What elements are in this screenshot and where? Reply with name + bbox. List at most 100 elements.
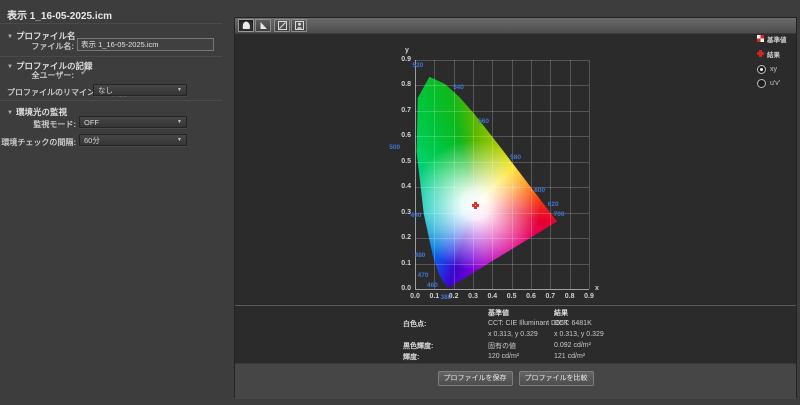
grid-line-x — [569, 60, 571, 289]
x-tick-label: 0.7 — [545, 293, 556, 300]
grid-line-x — [550, 60, 552, 289]
x-tick-label: 0.9 — [584, 293, 594, 300]
result-panel: 0.0 0.1 0.2 0.3 0.4 0.5 0.6 0.7 0.8 0.9 0.0 0.1 0.2 0… — [234, 17, 797, 399]
y-tick-label: 0.2 — [401, 234, 411, 242]
reference-marker-icon — [757, 35, 764, 42]
collapse-triangle-icon[interactable]: ▼ — [7, 34, 13, 40]
luminance-label: 輝度: — [403, 353, 420, 361]
view-toolbar — [235, 18, 796, 34]
col-header-result: 結果 — [554, 309, 568, 317]
y-tick-label: 0.8 — [401, 81, 411, 89]
wavelength-label: 520 — [412, 62, 424, 70]
radio-uv[interactable]: u'v' — [757, 78, 797, 88]
luminance-ref: 120 cd/m² — [488, 353, 520, 360]
grid-line-y — [415, 60, 589, 61]
y-tick-label: 0.1 — [401, 259, 411, 267]
grid-line-x — [492, 60, 494, 289]
x-tick-label: 0.3 — [468, 293, 478, 300]
file-name-input[interactable] — [77, 38, 214, 51]
radio-button-icon — [757, 78, 766, 88]
chart-legend: 基準値 結果 xy u'v' — [757, 34, 797, 92]
y-tick-label: 0.7 — [401, 106, 411, 114]
wavelength-label: 500 — [389, 143, 401, 151]
reminder-dropdown[interactable]: なし ▼ — [93, 84, 187, 96]
gamut-triangle-button[interactable] — [255, 19, 271, 32]
monitor-mode-dropdown[interactable]: OFF ▼ — [79, 116, 187, 128]
all-users-checkbox[interactable]: ✓ — [80, 67, 88, 78]
legend-result: 結果 — [757, 49, 797, 59]
y-axis-label: y — [405, 47, 409, 54]
chromaticity-chart: 0.0 0.1 0.2 0.3 0.4 0.5 0.6 0.7 0.8 0.9 0.0 0.1 0.2 0… — [235, 34, 796, 305]
col-header-reference: 基準値 — [488, 309, 509, 317]
white-point-label: 白色点: — [403, 320, 427, 328]
wavelength-label: 480 — [414, 251, 426, 259]
wavelength-label: 620 — [547, 201, 559, 209]
monitor-mode-label: 監視モード: — [33, 120, 76, 129]
grid-line-x — [589, 60, 590, 289]
radio-xy[interactable]: xy — [757, 64, 797, 74]
collapse-triangle-icon[interactable]: ▼ — [7, 110, 13, 116]
grid-line-x — [434, 60, 436, 289]
y-tick-label: 0.5 — [401, 157, 411, 165]
grid-line-y — [415, 136, 589, 138]
all-users-label: 全ユーザー: — [31, 71, 74, 80]
section-ambient-light: ▼ 環境光の監視 — [7, 107, 67, 117]
chromaticity-gamut-icon — [242, 21, 250, 29]
profile-info-button[interactable] — [291, 19, 307, 32]
wavelength-label: 560 — [478, 118, 490, 126]
white-point-marker — [472, 201, 479, 209]
black-luminance-label: 黒色輝度: — [403, 342, 434, 350]
save-profile-button[interactable]: プロファイルを保存 — [437, 371, 513, 386]
white-point-xy-res: x 0.313, y 0.329 — [554, 331, 604, 338]
grid-line-x — [473, 60, 474, 289]
grid-line-y — [415, 161, 589, 163]
black-luminance-ref: 固有の値 — [488, 342, 516, 350]
luminance-res: 121 cd/m² — [554, 353, 586, 360]
x-axis-label: x — [595, 285, 599, 292]
application-window: 表示 1_16-05-2025.icm ▼プロファイル名 ファイル名: ▼プロフ… — [0, 0, 800, 405]
x-tick-label: 0.8 — [564, 293, 575, 300]
divider — [235, 305, 796, 306]
tone-curve-button[interactable] — [274, 19, 290, 32]
grid-line-y — [415, 289, 589, 290]
chevron-down-icon: ▼ — [177, 137, 182, 143]
person-icon — [294, 21, 304, 30]
y-tick-label: 0.6 — [401, 132, 411, 140]
x-tick-label: 0.0 — [410, 293, 420, 300]
file-name-label: ファイル名: — [31, 42, 74, 51]
grid-line-y — [415, 238, 589, 240]
page-title: 表示 1_16-05-2025.icm — [7, 11, 113, 22]
x-tick-label: 0.5 — [506, 293, 517, 300]
wavelength-label: 580 — [510, 153, 521, 161]
grid-line-y — [415, 110, 589, 112]
compare-profile-button[interactable]: プロファイルを比較 — [518, 371, 594, 386]
chromaticity-view-button[interactable] — [238, 19, 254, 32]
result-marker-icon — [757, 50, 764, 57]
wavelength-label: 600 — [534, 187, 546, 195]
radio-button-icon — [757, 64, 766, 74]
white-point-ref: CCT: CIE Illuminant D65K — [488, 320, 569, 327]
results-table: 基準値 結果 白色点: CCT: CIE Illuminant D65K CCT… — [403, 307, 704, 362]
x-tick-label: 0.4 — [487, 293, 498, 300]
black-luminance-res: 0.092 cd/m² — [554, 342, 591, 349]
legend-reference: 基準値 — [757, 34, 797, 44]
triangle-icon — [260, 22, 267, 29]
check-interval-dropdown[interactable]: 60分 ▼ — [79, 134, 187, 146]
y-tick-label: 0.0 — [401, 285, 411, 292]
wavelength-label: 700 — [553, 211, 565, 219]
wavelength-label: 470 — [417, 271, 429, 279]
tone-curve-icon — [277, 21, 287, 30]
chevron-down-icon: ▼ — [177, 87, 182, 93]
spectral-locus-gamut — [416, 76, 557, 288]
wavelength-label: 460 — [426, 281, 438, 289]
divider — [0, 56, 222, 57]
wavelength-label: 540 — [453, 83, 464, 91]
grid-line-x — [531, 60, 532, 289]
grid-line-x — [511, 60, 513, 289]
grid-line-x — [453, 60, 455, 289]
y-tick-label: 0.4 — [401, 183, 411, 191]
wavelength-label: 490 — [410, 212, 422, 220]
grid-line-y — [415, 85, 589, 87]
white-point-xy-ref: x 0.313, y 0.329 — [488, 331, 538, 338]
grid-line-y — [415, 187, 589, 189]
